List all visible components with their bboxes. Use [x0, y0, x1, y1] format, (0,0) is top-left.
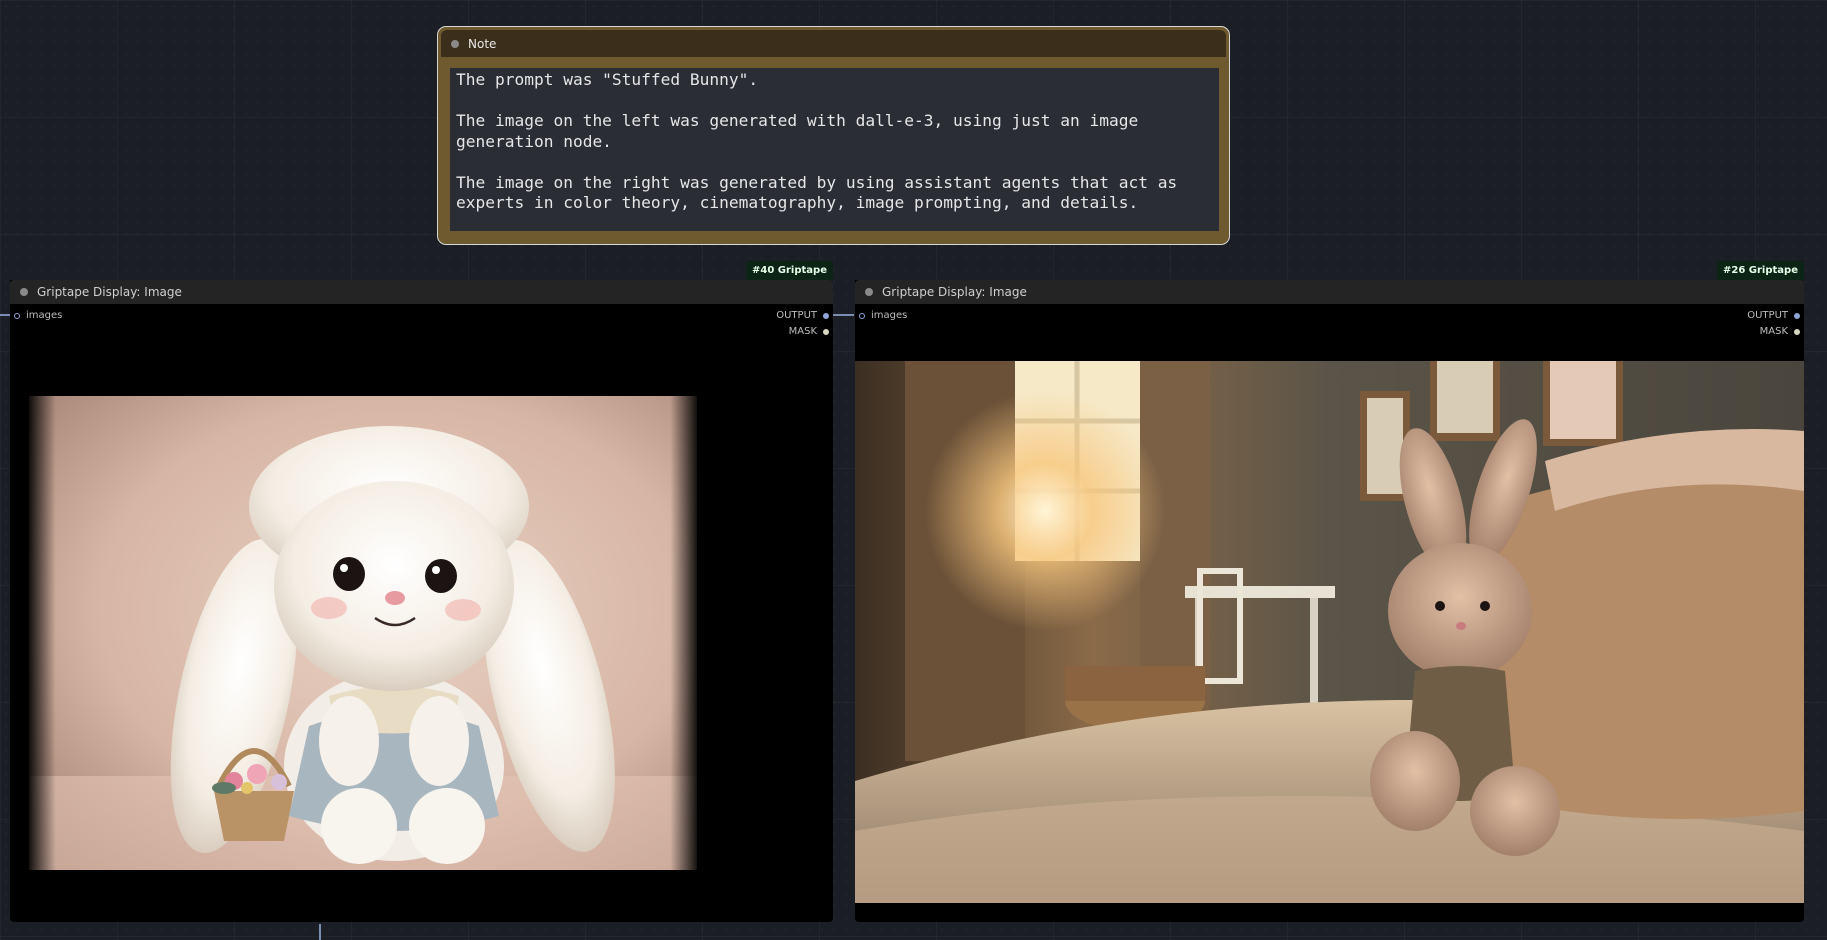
connection-wire [832, 314, 854, 316]
note-title: Note [468, 36, 497, 51]
mask-label: MASK [1759, 326, 1788, 337]
node-title: Griptape Display: Image [37, 285, 182, 299]
generated-image-dalle [29, 396, 697, 870]
node-badge: #40 Griptape [746, 261, 833, 280]
bottom-wire [319, 924, 321, 940]
collapse-dot-icon[interactable] [451, 39, 459, 48]
node-badge: #26 Griptape [1717, 261, 1804, 280]
mask-slot[interactable]: MASK [1760, 326, 1800, 337]
output-slot-icon[interactable] [1794, 312, 1800, 319]
output-label: OUTPUT [776, 310, 817, 321]
output-slot-icon[interactable] [823, 312, 829, 319]
note-header[interactable]: Note [441, 30, 1226, 57]
images-input-label: images [26, 310, 63, 321]
collapse-dot-icon[interactable] [865, 288, 873, 296]
input-wire-left [0, 314, 10, 316]
images-input-label: images [871, 310, 908, 321]
input-slot-icon[interactable] [14, 312, 20, 319]
bedroom-bunny-image [855, 361, 1804, 903]
node-canvas[interactable]: Note The prompt was "Stuffed Bunny". The… [0, 0, 1827, 940]
mask-slot-icon[interactable] [823, 328, 829, 335]
note-node[interactable]: Note The prompt was "Stuffed Bunny". The… [437, 26, 1230, 245]
node-header[interactable]: Griptape Display: Image [10, 280, 833, 304]
mask-slot-icon[interactable] [1794, 328, 1800, 335]
display-image-node-26[interactable]: #26 Griptape Griptape Display: Image ima… [855, 261, 1804, 922]
node-header[interactable]: Griptape Display: Image [855, 280, 1804, 304]
display-image-node-40[interactable]: #40 Griptape Griptape Display: Image ima… [10, 261, 833, 922]
stuffed-bunny-image [29, 396, 697, 870]
mask-label: MASK [788, 326, 817, 337]
images-input-slot[interactable]: images [14, 310, 62, 321]
note-textarea[interactable]: The prompt was "Stuffed Bunny". The imag… [450, 68, 1219, 231]
node-title: Griptape Display: Image [882, 285, 1027, 299]
output-slot[interactable]: OUTPUT [1747, 310, 1800, 321]
note-node-body: Note The prompt was "Stuffed Bunny". The… [441, 30, 1226, 241]
output-label: OUTPUT [1747, 310, 1788, 321]
output-slot[interactable]: OUTPUT [776, 310, 829, 321]
generated-image-agents [855, 361, 1804, 903]
mask-slot[interactable]: MASK [789, 326, 829, 337]
collapse-dot-icon[interactable] [20, 288, 28, 296]
input-slot-icon[interactable] [859, 312, 865, 319]
images-input-slot[interactable]: images [859, 310, 907, 321]
